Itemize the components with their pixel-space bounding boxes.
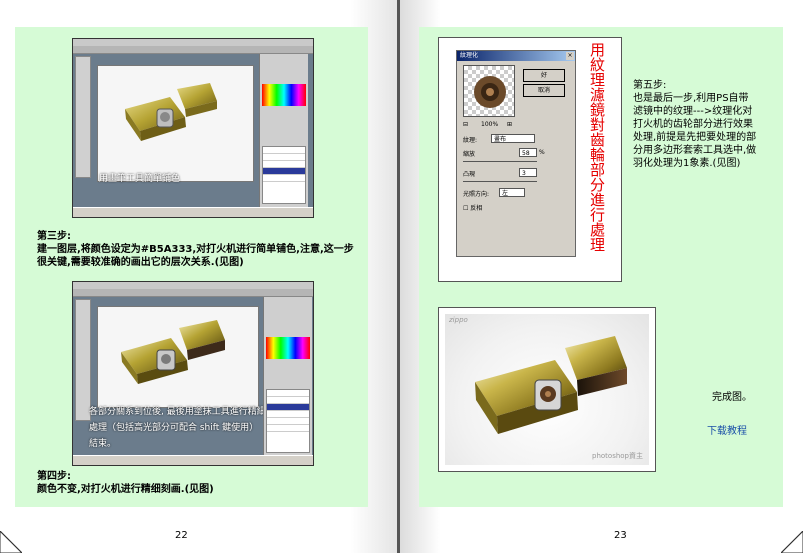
invert-checkbox[interactable]: ☐ 反相: [463, 203, 482, 212]
scaling-unit: %: [539, 149, 545, 156]
step-3-text: 建一图层,将颜色设定为#B5A333,对打火机进行简单铺色,注意,这一步很关键,…: [37, 244, 354, 268]
final-image-label: 完成图。: [712, 392, 752, 403]
zoom-level: 100%: [481, 121, 499, 128]
options-bar: [73, 289, 313, 297]
photoshop-screenshot-2: 各部分關系到位後, 最後用塗抹工具進行精細處理（包括高光部分可配合 shift …: [72, 281, 314, 466]
finished-lighter-illustration: [475, 336, 627, 434]
palettes-panel: [259, 54, 308, 208]
dialog-title: 紋理化: [457, 51, 575, 61]
vertical-red-title: 用紋理濾鏡對齒輪部分進行處理: [588, 42, 606, 252]
final-image-canvas: zippo photoshop資主: [445, 314, 649, 465]
taskbar: [73, 455, 313, 465]
zoom-minus-button[interactable]: ⊟: [463, 121, 468, 128]
zippo-brand: zippo: [449, 316, 468, 324]
page-curl-right[interactable]: [781, 531, 803, 553]
texture-label: 紋理:: [463, 137, 478, 144]
taskbar: [73, 207, 313, 217]
page-curl-left[interactable]: [0, 531, 22, 553]
relief-label: 凸現: [463, 171, 476, 178]
relief-input[interactable]: 3: [519, 168, 537, 177]
step-4-text: 颜色不变,对打火机进行精细刻画.(见图): [37, 484, 214, 495]
texturizer-dialog: 紋理化 × 好 取消 ⊟ 100% ⊞ 紋理: 畫布 縮放 58 % 凸現 3 …: [456, 50, 576, 257]
color-swatches: [266, 337, 310, 359]
texture-select[interactable]: 畫布: [491, 134, 535, 143]
menu-bar: [73, 39, 313, 46]
step-4-title: 第四步:: [37, 471, 71, 482]
download-tutorial-link[interactable]: 下载教程: [707, 422, 747, 437]
zoom-plus-button[interactable]: ⊞: [507, 121, 512, 128]
page-number-right: 23: [614, 530, 627, 541]
cancel-button[interactable]: 取消: [523, 84, 565, 97]
watermark: photoshop資主: [592, 452, 643, 460]
ok-button[interactable]: 好: [523, 69, 565, 82]
final-image: zippo photoshop資主: [438, 307, 656, 472]
toolbox: [75, 56, 91, 178]
relief-slider[interactable]: [463, 181, 537, 182]
lighter-illustration-1: [125, 83, 217, 141]
step-3-title: 第三步:: [37, 231, 71, 242]
gear-preview-icon: [474, 76, 506, 108]
light-direction-select[interactable]: 左: [499, 188, 525, 197]
close-icon[interactable]: ×: [566, 52, 574, 60]
screenshot-2-caption: 各部分關系到位後, 最後用塗抹工具進行精細處理（包括高光部分可配合 shift …: [89, 407, 266, 449]
menu-bar: [73, 282, 313, 289]
color-swatches: [262, 84, 306, 106]
step-5-block: 第五步: 也是最后一步,利用PS自带滤镜中的纹理--->纹理化对打火机的齿轮部分…: [633, 79, 758, 170]
scaling-label: 縮放: [463, 151, 476, 158]
left-page: 用畫筆工具簡單鋪色 第三步: 建一图层,将颜色设定为#B5A333,对打火机进行…: [0, 0, 399, 553]
light-direction-label: 光照方向:: [463, 191, 490, 198]
scaling-input[interactable]: 58: [519, 148, 537, 157]
dialog-preview: [463, 65, 515, 117]
scaling-slider[interactable]: [463, 161, 537, 162]
layers-panel: [266, 389, 310, 453]
lighter-illustration-2: [121, 320, 225, 384]
step-5-title: 第五步:: [633, 80, 667, 91]
step-5-text: 也是最后一步,利用PS自带滤镜中的纹理--->纹理化对打火机的齿轮部分进行效果处…: [633, 93, 757, 169]
options-bar: [73, 46, 313, 54]
screenshot-1-caption: 用畫筆工具簡單鋪色: [99, 174, 181, 184]
step-3-block: 第三步: 建一图层,将颜色设定为#B5A333,对打火机进行简单铺色,注意,这一…: [37, 230, 357, 269]
photoshop-screenshot-1: 用畫筆工具簡單鋪色: [72, 38, 314, 218]
page-number-left: 22: [175, 530, 188, 541]
toolbox: [75, 299, 91, 421]
palettes-panel: [263, 297, 312, 456]
step-4-block: 第四步: 颜色不变,对打火机进行精细刻画.(见图): [37, 470, 357, 496]
layers-panel: [262, 146, 306, 204]
